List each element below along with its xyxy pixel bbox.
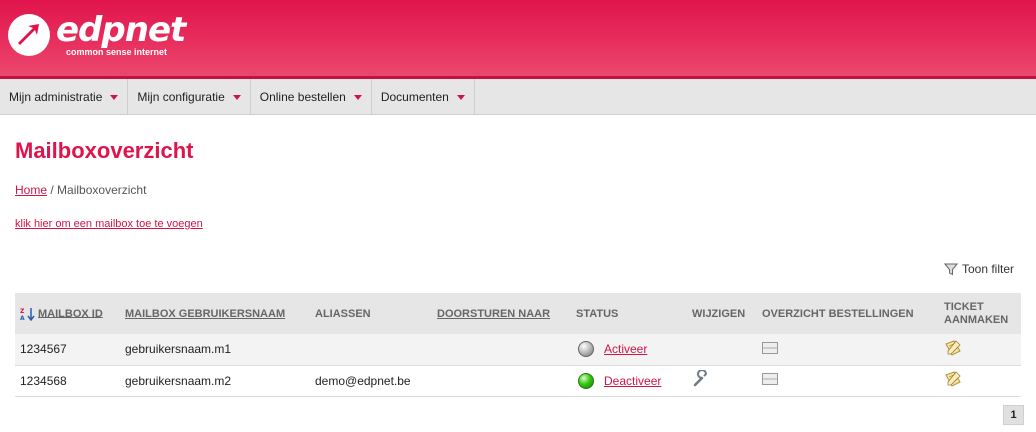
activate-link[interactable]: Activeer <box>604 342 647 356</box>
nav-item-label: Mijn configuratie <box>137 90 225 104</box>
wrench-icon[interactable] <box>692 369 710 388</box>
nav-item-label: Online bestellen <box>259 90 346 104</box>
col-username[interactable]: MAILBOX GEBRUIKERSNAAM <box>120 293 310 334</box>
svg-text:Z: Z <box>20 308 25 315</box>
cell-status: Deactiveer <box>571 365 687 397</box>
logo-arrow-icon <box>8 14 50 56</box>
cell-username: gebruikersnaam.m2 <box>120 365 310 397</box>
breadcrumb-separator: / <box>50 183 54 197</box>
nav-item-mijn-configuratie[interactable]: Mijn configuratie <box>128 79 251 115</box>
nav-item-label: Mijn administratie <box>9 90 103 104</box>
col-ticket-label-1: TICKET <box>944 300 984 313</box>
col-mailbox-id[interactable]: Z A MAILBOX ID <box>15 293 120 334</box>
cell-edit <box>687 365 757 397</box>
site-header: edpnet common sense internet <box>0 0 1036 79</box>
col-mailbox-id-label: MAILBOX ID <box>38 307 103 320</box>
deactivate-link[interactable]: Deactiveer <box>604 374 661 388</box>
col-ticket: TICKET AANMAKEN <box>939 293 1021 334</box>
cell-ticket <box>939 334 1021 366</box>
cell-aliases <box>310 334 432 366</box>
nav-item-online-bestellen[interactable]: Online bestellen <box>251 79 372 115</box>
caret-down-icon <box>456 94 465 100</box>
cell-username: gebruikersnaam.m1 <box>120 334 310 366</box>
caret-down-icon <box>110 94 119 100</box>
breadcrumb: Home / Mailboxoverzicht <box>15 183 146 197</box>
col-ticket-label-2: AANMAKEN <box>944 313 1009 326</box>
create-ticket-icon[interactable] <box>944 340 962 356</box>
breadcrumb-home-link[interactable]: Home <box>15 183 47 197</box>
cell-aliases: demo@edpnet.be <box>310 365 432 397</box>
show-filter-label: Toon filter <box>961 262 1014 276</box>
col-status: STATUS <box>571 293 687 334</box>
cell-status: Activeer <box>571 334 687 366</box>
nav-item-label: Documenten <box>380 90 449 104</box>
funnel-icon <box>943 263 958 276</box>
status-active-icon <box>578 372 594 389</box>
caret-down-icon <box>353 94 362 100</box>
status-inactive-icon <box>578 341 594 358</box>
breadcrumb-current: Mailboxoverzicht <box>57 183 147 197</box>
logo-wordmark: edpnet <box>56 10 186 50</box>
caret-down-icon <box>232 94 241 100</box>
cell-forward <box>432 365 571 397</box>
orders-overview-icon[interactable] <box>762 373 778 385</box>
table-row: 1234567 gebruikersnaam.m1 Activeer <box>15 334 1021 366</box>
nav-item-documenten[interactable]: Documenten <box>372 79 475 115</box>
cell-mailbox-id: 1234568 <box>15 365 120 397</box>
orders-overview-icon[interactable] <box>762 341 778 354</box>
cell-orders <box>757 334 939 366</box>
svg-text:A: A <box>20 315 25 321</box>
nav-item-mijn-administratie[interactable]: Mijn administratie <box>0 79 129 115</box>
add-mailbox-link[interactable]: klik hier om een mailbox toe te voegen <box>15 218 203 230</box>
col-orders: OVERZICHT BESTELLINGEN <box>757 293 939 334</box>
table-header-row: Z A MAILBOX ID MAILBOX GEBRUIKERSNAAM AL… <box>15 293 1021 334</box>
col-edit: WIJZIGEN <box>687 293 757 334</box>
page-title: Mailboxoverzicht <box>15 138 194 163</box>
cell-ticket <box>939 365 1021 397</box>
cell-orders <box>757 365 939 397</box>
cell-forward <box>432 334 571 366</box>
col-forward[interactable]: DOORSTUREN NAAR <box>432 293 571 334</box>
cell-mailbox-id: 1234567 <box>15 334 120 366</box>
cell-edit <box>687 334 757 366</box>
main-nav: Mijn administratie Mijn configuratie Onl… <box>0 79 1036 115</box>
show-filter-button[interactable]: Toon filter <box>943 262 1014 276</box>
mailbox-table: Z A MAILBOX ID MAILBOX GEBRUIKERSNAAM AL… <box>15 293 1021 397</box>
create-ticket-icon[interactable] <box>944 371 962 387</box>
pagination-page-1[interactable]: 1 <box>1003 405 1024 425</box>
table-row: 1234568 gebruikersnaam.m2 demo@edpnet.be… <box>15 365 1021 397</box>
edpnet-logo[interactable]: edpnet common sense internet <box>6 10 186 58</box>
sort-az-icon: Z A <box>20 307 35 322</box>
col-aliases: ALIASSEN <box>310 293 432 334</box>
